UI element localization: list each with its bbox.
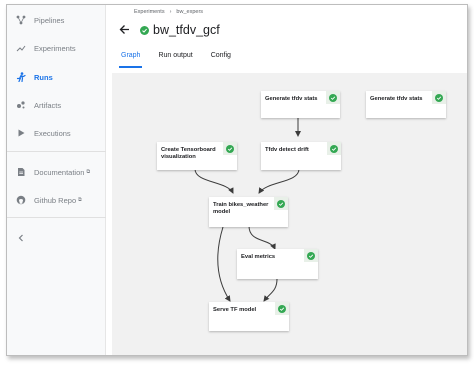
node-success-icon [326,91,340,104]
page-header: bw_tfdv_gcf [119,22,220,38]
sidebar-item-label: Experiments [34,43,76,53]
graph-edge [217,226,231,302]
node-label: Eval metrics [241,254,276,260]
tab-bar: Graph Run output Config [118,52,231,68]
node-label: Train bikes_weather model [213,202,269,216]
artifacts-icon [16,100,26,110]
node-label: Create Tensorboard visualization [161,147,216,161]
sidebar-item-pipelines[interactable]: Pipelines [7,9,106,31]
sidebar-item-experiments[interactable]: Experiments [7,37,106,59]
app-window: Pipelines Experiments Runs Artifacts Exe… [6,4,468,356]
page-title: bw_tfdv_gcf [153,23,220,37]
graph-canvas[interactable]: Generate tfdv stats Generate tfdv stats … [112,73,467,355]
runs-icon [16,72,26,82]
node-label: Serve TF model [213,307,257,313]
graph-edge [263,278,278,302]
sidebar-collapse-button[interactable] [7,227,106,249]
graph-node-create-tensorboard-visualization[interactable]: Create Tensorboard visualization [157,142,237,170]
node-success-icon [432,91,446,104]
github-icon [16,195,26,205]
sidebar-item-executions[interactable]: Executions [7,122,106,144]
sidebar-item-artifacts[interactable]: Artifacts [7,94,106,116]
back-arrow-icon[interactable] [119,23,135,38]
node-success-icon [327,142,341,155]
external-link-icon: ⧉ [86,168,91,175]
tab-graph[interactable]: Graph [118,52,143,68]
graph-edge [194,168,234,194]
experiments-icon [16,43,26,53]
sidebar-item-label: Runs [34,72,53,82]
sidebar-link-label: Github Repo [34,195,77,205]
graph-node-train-bikes-weather-model[interactable]: Train bikes_weather model [209,197,288,227]
tab-config[interactable]: Config [211,52,231,68]
external-link-icon: ⧉ [78,196,82,203]
chevron-left-icon [16,233,26,243]
sidebar-item-label: Executions [34,128,71,138]
node-success-icon [275,302,289,315]
node-label: Generate tfdv stats [265,96,318,102]
breadcrumb-experiments-link[interactable]: Experiments [134,9,165,15]
graph-node-serve-tf-model[interactable]: Serve TF model [209,302,289,331]
documentation-icon [16,167,26,177]
node-label: Generate tfdv stats [370,96,423,102]
graph-node-generate-tfdv-stats-1[interactable]: Generate tfdv stats [261,91,340,118]
executions-icon [16,128,26,138]
sidebar-link-label: Documentation [34,167,85,177]
sidebar-link-github[interactable]: Github Repo ⧉ [7,189,106,211]
graph-node-eval-metrics[interactable]: Eval metrics [237,249,318,279]
sidebar-item-label: Pipelines [34,15,65,25]
node-success-icon [304,249,318,262]
graph-edge [258,168,300,194]
graph-node-generate-tfdv-stats-2[interactable]: Generate tfdv stats [366,91,446,118]
tab-run-output[interactable]: Run output [158,52,192,68]
breadcrumb: Experiments › bw_expers [134,9,203,15]
graph-node-tfdv-detect-drift[interactable]: Tfdv detect drift [261,142,341,170]
graph-edge [248,225,276,250]
node-label: Tfdv detect drift [265,147,309,153]
sidebar-item-runs[interactable]: Runs [7,66,106,88]
pipelines-icon [16,15,26,25]
sidebar-divider [7,217,106,218]
sidebar: Pipelines Experiments Runs Artifacts Exe… [7,5,106,355]
main-panel: Experiments › bw_expers bw_tfdv_gcf Grap… [107,5,467,355]
sidebar-divider [7,151,106,152]
sidebar-item-label: Artifacts [34,100,62,110]
breadcrumb-separator: › [169,9,172,15]
node-success-icon [223,142,237,155]
sidebar-link-documentation[interactable]: Documentation ⧉ [7,161,106,183]
breadcrumb-experiment-link[interactable]: bw_expers [176,9,203,15]
node-success-icon [274,197,288,210]
run-status-success-icon [140,25,149,35]
